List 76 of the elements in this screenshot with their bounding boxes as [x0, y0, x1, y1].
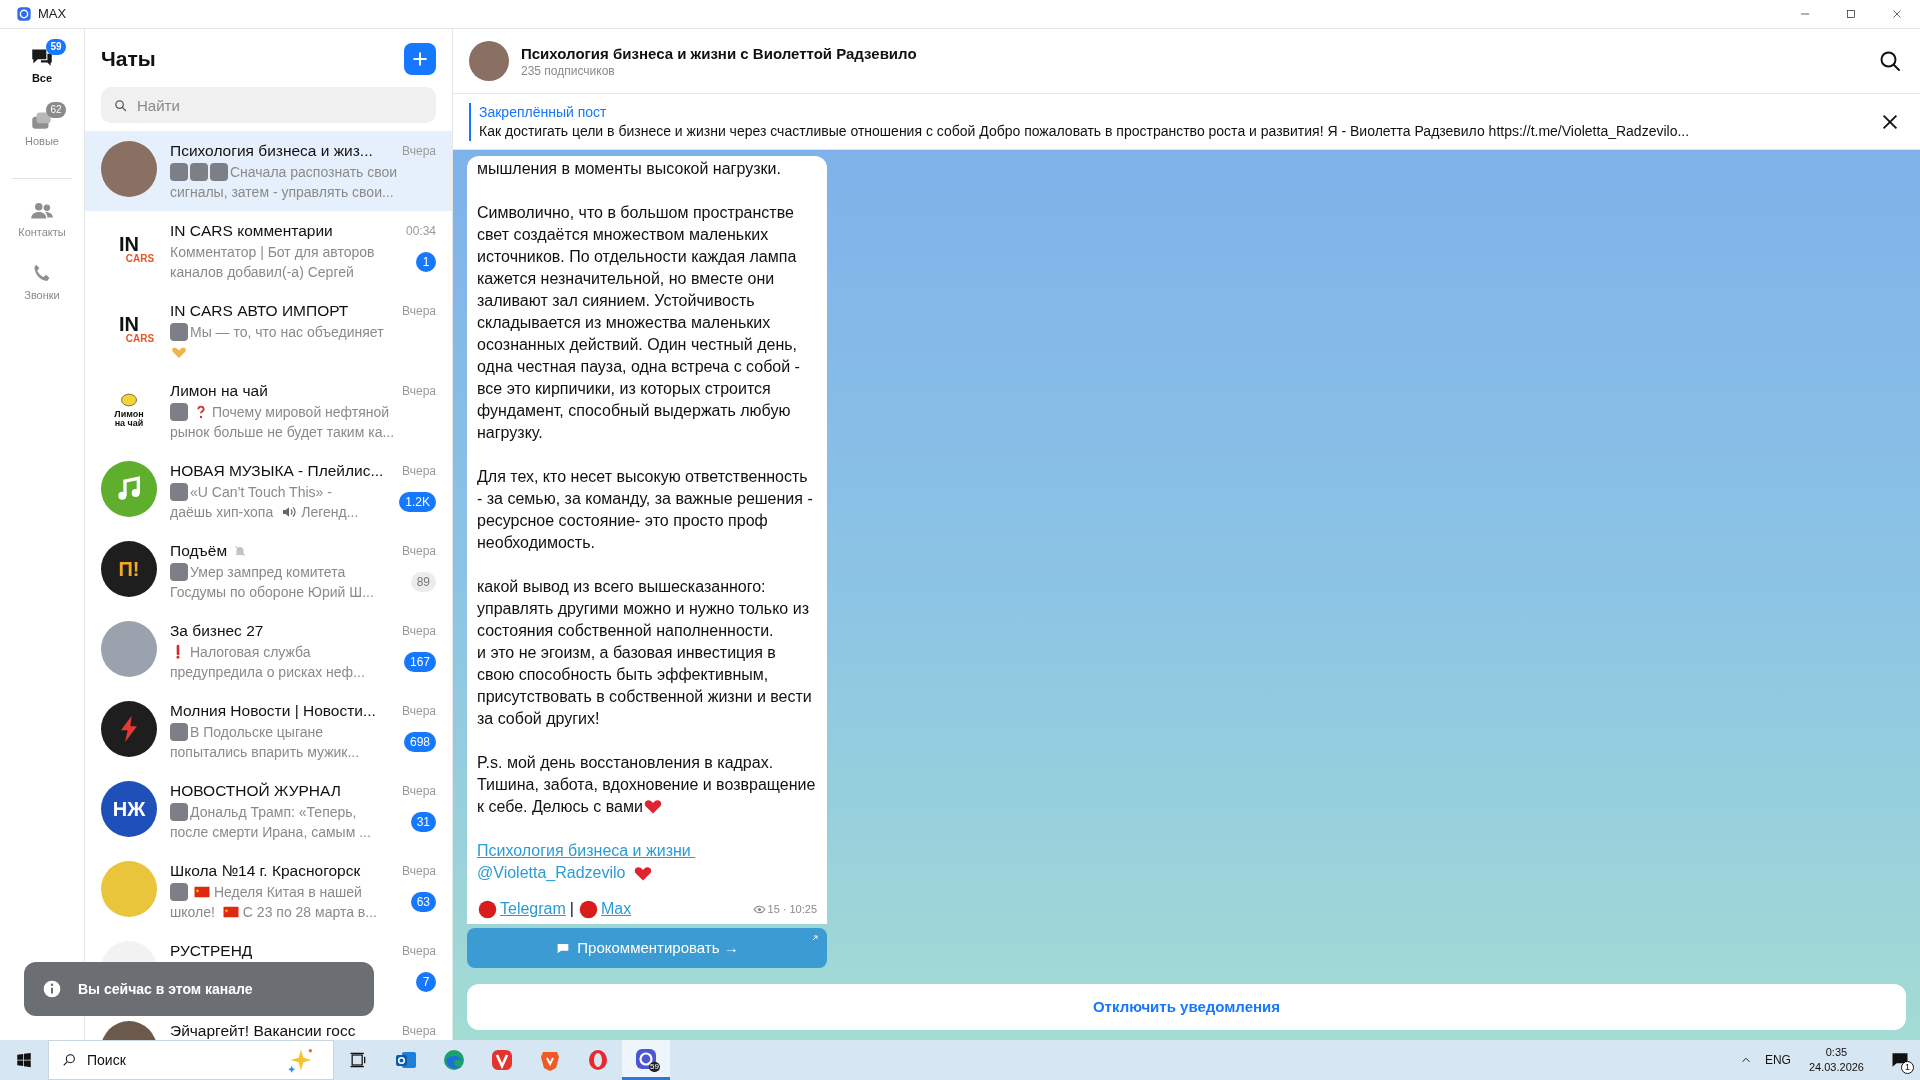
- chat-name: Эйчаргейт! Вакансии госс: [170, 1021, 356, 1040]
- message-preview: «U Can’t Touch This» -: [190, 483, 332, 502]
- message-text: P.s. мой день восстановления в кадрах. Тишина, забота, вдохновение и возвращение к себе. Делюсь с вами: [477, 753, 817, 818]
- chat-name: Психология бизнеса и жиз...: [170, 141, 373, 161]
- message-preview: Умер зампред комитета: [190, 563, 346, 582]
- message-time: 10:25: [789, 902, 817, 917]
- search-placeholder: Поиск: [87, 1050, 127, 1070]
- chat-time: Вчера: [402, 703, 436, 720]
- message-preview: Мы — то, что нас объединяет: [190, 323, 384, 342]
- message-preview: Дональд Трамп: «Теперь,: [190, 803, 357, 822]
- chat-name: За бизнес 27: [170, 621, 264, 641]
- message-preview: сигналы, затем - управлять свои...: [170, 183, 394, 202]
- logo-avatar: НЖ: [101, 781, 157, 837]
- message-preview: Неделя Китая в нашей: [214, 883, 362, 902]
- chat-time: Вчера: [402, 783, 436, 800]
- unread-badge: 7: [416, 972, 436, 992]
- chat-time: Вчера: [402, 383, 436, 400]
- chat-name: Школа №14 г. Красногорск: [170, 861, 361, 881]
- message-preview: Госдумы по обороне Юрий Ш...: [170, 583, 374, 602]
- chat-time: Вчера: [402, 863, 436, 880]
- unread-badge: 31: [410, 812, 436, 832]
- chat-time: 00:34: [405, 223, 436, 240]
- message-text: Для тех, кто несет высокую ответственность - за семью, за команду, за важные решения - ресурсное состояние- это просто проф необходимость.: [477, 467, 814, 553]
- separator-text: |: [569, 899, 574, 919]
- chat-name: IN CARS комментарии: [170, 221, 333, 241]
- chats-title: Чаты: [101, 46, 156, 73]
- notification-count: 1: [1901, 1061, 1914, 1074]
- chat-time: Вчера: [402, 463, 436, 480]
- clock-date: 24.03.2026: [1808, 1060, 1864, 1075]
- unread-badge: 1: [416, 252, 436, 272]
- chat-name: Лимон на чай: [170, 381, 268, 401]
- chat-time: Вчера: [402, 543, 436, 560]
- message-preview: Легенд...: [301, 503, 359, 522]
- chat-time: Вчера: [402, 623, 436, 640]
- chat-name: IN CARS АВТО ИМПОРТ: [170, 301, 349, 321]
- unread-badge: 167: [403, 652, 436, 672]
- message-preview: Комментатор | Бот для авторов: [170, 243, 375, 262]
- chat-time: Вчера: [402, 143, 436, 160]
- message-preview: предупредила о рисках неф...: [170, 663, 365, 682]
- view-count: 15: [767, 902, 780, 917]
- chat-name: РУСТРЕНД: [170, 941, 253, 961]
- unread-badge: 698: [403, 732, 436, 752]
- toast-text: Вы сейчас в этом канале: [78, 979, 253, 999]
- app-badge: 59: [649, 1062, 660, 1072]
- message-preview: после смерти Ирана, самым ...: [170, 823, 371, 842]
- unread-badge: 59: [46, 39, 66, 55]
- message-preview: Налоговая служба: [190, 643, 311, 662]
- chat-name: НОВАЯ МУЗЫКА - Плейлис...: [170, 461, 384, 481]
- unread-badge: 89: [410, 572, 436, 592]
- unread-badge: 62: [46, 101, 66, 118]
- unread-badge: 1.2K: [399, 492, 436, 512]
- chat-time: Вчера: [402, 303, 436, 320]
- message-preview: С 23 по 28 марта в...: [242, 903, 377, 922]
- clock-time: 0:35: [1825, 1045, 1848, 1060]
- message-text: Символично, что в большом пространстве свет создаётся множеством маленьких источников. По отдельности каждая лампа кажется незначительной, но вместе они заливают зал сиянием. Устойчивость складывается из множества маленьких осознанных действий. Один честный день, одна честная пауза, одна встреча с собой - все это кирпичики, из которых строится фундамент, способный выдержать любую нагрузку.: [477, 203, 801, 443]
- logo-avatar: П!: [101, 541, 157, 597]
- message-preview: попытались впарить мужик...: [170, 743, 360, 762]
- message-preview: школе!: [170, 903, 215, 922]
- message-preview: даёшь хип-хопа: [170, 503, 274, 522]
- message-preview: Сначала распознать свои: [230, 163, 398, 182]
- chat-time: Вчера: [402, 943, 436, 960]
- message-text: какой вывод из всего вышесказанного: управлять другими можно и нужно только из состояния собственной наполненности. и это не эгоизм, а базовая инвестиция в свою способность быть эффективным, присутствовать в собственной жизни и вести за собой других!: [477, 577, 813, 729]
- message-preview: Почему мировой нефтяной: [212, 403, 390, 422]
- chat-name: Молния Новости | Новости...: [170, 701, 376, 721]
- chat-name: НОВОСТНОЙ ЖУРНАЛ: [170, 781, 341, 801]
- window-title: MAX: [38, 5, 67, 24]
- channel-title: Психология бизнеса и жизни с Виолеттой Радзевило: [521, 43, 918, 63]
- chat-time: Вчера: [402, 1023, 436, 1040]
- chat-name: Подъём: [170, 541, 228, 561]
- message-preview: В Подольске цыгане: [190, 723, 324, 742]
- subscriber-count: 235 подписчиков: [521, 62, 616, 79]
- message-preview: каналов добавил(-а) Сергей: [170, 263, 354, 282]
- message-text: мышления в моменты высокой нагрузки.: [477, 159, 782, 179]
- message-preview: рынок больше не будет таким ка...: [170, 423, 395, 442]
- unread-badge: 63: [410, 892, 436, 912]
- separator-text: ·: [782, 902, 787, 917]
